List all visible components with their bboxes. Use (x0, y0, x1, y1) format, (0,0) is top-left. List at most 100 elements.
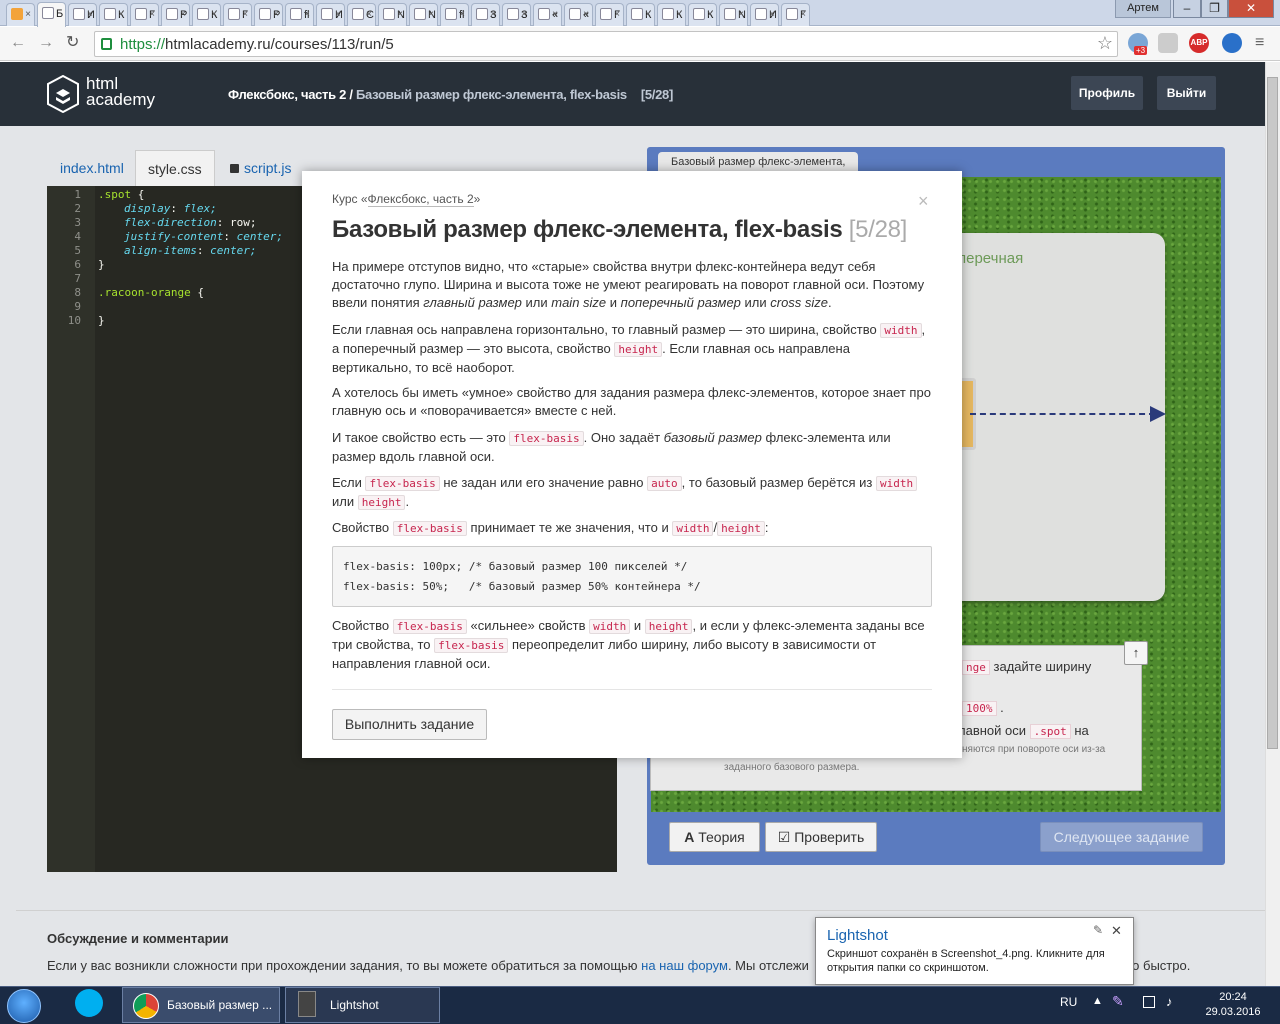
tab-close-icon[interactable]: × (304, 9, 310, 20)
shield-icon[interactable] (1158, 33, 1178, 53)
browser-tab[interactable]: И × (316, 3, 345, 26)
browser-user-badge[interactable]: Артем (1115, 0, 1171, 18)
tab-close-icon[interactable]: × (583, 9, 589, 20)
tab-close-icon[interactable]: × (397, 9, 403, 20)
logo-text[interactable]: html academy (86, 75, 155, 108)
tray-up-icon[interactable]: ▲ (1092, 995, 1103, 1007)
clock[interactable]: 20:24 29.03.2016 (1198, 990, 1268, 1020)
course-link[interactable]: Флексбокс, часть 2 (367, 192, 474, 207)
collapse-arrow-up-icon[interactable]: ↑ (1124, 641, 1148, 665)
page-icon (569, 8, 581, 20)
tab-close-icon[interactable]: × (118, 9, 124, 20)
tab-close-icon[interactable]: × (800, 9, 806, 20)
lightshot-tray-icon[interactable]: ✎ (1112, 993, 1124, 1010)
volume-icon[interactable]: ♪ (1166, 994, 1173, 1009)
browser-tab[interactable]: N × (409, 3, 438, 26)
checkbox-icon: ☑ (777, 829, 791, 845)
browser-tab[interactable]: З × (502, 3, 531, 26)
browser-tab[interactable]: Г × (223, 3, 252, 26)
forum-link[interactable]: на наш форум (641, 958, 728, 973)
extension-badge: +3 (1134, 46, 1148, 55)
browser-tab[interactable]: «× (533, 3, 562, 26)
browser-tab[interactable]: К × (192, 3, 221, 26)
tab-close-icon[interactable]: × (180, 9, 186, 20)
menu-icon[interactable]: ≡ (1255, 35, 1264, 51)
tab-close-icon[interactable]: × (552, 9, 558, 20)
tab-close-icon[interactable]: × (676, 9, 682, 20)
browser-tab[interactable]: N × (378, 3, 407, 26)
breadcrumb-course[interactable]: Флексбокс, часть 2 / (228, 87, 353, 102)
tab-close-icon[interactable]: × (614, 9, 620, 20)
tab-close-icon[interactable]: × (366, 9, 372, 20)
browser-tab[interactable]: К × (626, 3, 655, 26)
browser-tab[interactable]: Г × (130, 3, 159, 26)
page-icon (166, 8, 178, 20)
tab-script-js[interactable]: script.js (218, 150, 303, 186)
browser-tab[interactable]: Г × (595, 3, 624, 26)
browser-tab[interactable]: × (6, 3, 35, 26)
language-indicator[interactable]: RU (1060, 995, 1077, 1009)
profile-button[interactable]: Профиль (1071, 76, 1143, 110)
globe-icon[interactable] (1222, 33, 1242, 53)
next-task-button[interactable]: Следующее задание (1040, 822, 1203, 852)
adblock-icon[interactable]: ABP (1189, 33, 1209, 53)
theory-button[interactable]: A Теория (669, 822, 760, 852)
tab-style-css[interactable]: style.css (135, 150, 215, 186)
close-icon[interactable]: × (918, 191, 929, 212)
browser-tab[interactable]: К × (688, 3, 717, 26)
browser-tab[interactable]: З × (471, 3, 500, 26)
scrollbar-thumb[interactable] (1267, 77, 1278, 749)
close-window-button[interactable]: ✕ (1228, 0, 1274, 18)
code-text: } (98, 314, 105, 327)
tab-close-icon[interactable]: × (211, 9, 217, 20)
paragraph-4: И такое свойство есть — это flex-basis. … (332, 430, 891, 464)
reload-icon[interactable]: ↻ (66, 35, 79, 51)
bookmark-star-icon[interactable]: ☆ (1097, 33, 1113, 54)
maximize-button[interactable]: ❐ (1201, 0, 1228, 18)
page-icon (600, 8, 612, 20)
start-button-icon[interactable] (7, 989, 41, 1023)
tab-close-icon[interactable]: × (490, 9, 496, 20)
tab-close-icon[interactable]: × (645, 9, 651, 20)
tab-close-icon[interactable]: × (428, 9, 434, 20)
browser-tab[interactable]: Р × (161, 3, 190, 26)
lightshot-notification[interactable]: Lightshot Скриншот сохранён в Screenshot… (815, 917, 1134, 985)
browser-tab[interactable]: fl × (440, 3, 469, 26)
browser-tab[interactable]: Р × (254, 3, 283, 26)
tab-close-icon[interactable]: × (273, 9, 279, 20)
browser-tab[interactable]: И × (68, 3, 97, 26)
tab-close-icon[interactable]: × (521, 9, 527, 20)
run-task-button[interactable]: Выполнить задание (332, 709, 487, 740)
browser-tab[interactable]: К × (657, 3, 686, 26)
back-icon[interactable]: ← (10, 35, 26, 51)
browser-tab[interactable]: С × (347, 3, 376, 26)
address-bar[interactable]: https://htmlacademy.ru/courses/113/run/5… (94, 31, 1118, 57)
browser-tab[interactable]: К × (99, 3, 128, 26)
close-icon[interactable]: ✕ (1111, 923, 1122, 939)
tab-close-icon[interactable]: × (738, 9, 744, 20)
browser-tab[interactable]: Б (37, 2, 66, 27)
lightshot-message[interactable]: Скриншот сохранён в Screenshot_4.png. Кл… (827, 947, 1127, 975)
tab-close-icon[interactable]: × (459, 9, 465, 20)
browser-tab[interactable]: «× (564, 3, 593, 26)
check-button[interactable]: ☑ Проверить (765, 822, 877, 852)
tab-close-icon[interactable]: × (335, 9, 341, 20)
network-icon[interactable] (1143, 996, 1155, 1008)
browser-tab[interactable]: N × (719, 3, 748, 26)
tab-close-icon[interactable]: × (149, 9, 155, 20)
tab-close-icon[interactable]: × (707, 9, 713, 20)
tab-close-icon[interactable]: × (769, 9, 775, 20)
tab-close-icon[interactable]: × (25, 9, 31, 20)
html-academy-logo-icon[interactable] (47, 75, 79, 113)
browser-tab[interactable]: Г × (781, 3, 810, 26)
tab-close-icon[interactable]: × (87, 9, 93, 20)
skype-icon[interactable] (75, 989, 103, 1017)
tab-close-icon[interactable]: × (242, 9, 248, 20)
browser-tab[interactable]: И × (750, 3, 779, 26)
logout-button[interactable]: Выйти (1157, 76, 1216, 110)
pin-icon[interactable]: ✎ (1093, 923, 1103, 937)
tab-index-html[interactable]: index.html (48, 150, 136, 186)
minimize-button[interactable]: – (1173, 0, 1201, 18)
forward-icon[interactable]: → (38, 35, 54, 51)
browser-tab[interactable]: fl × (285, 3, 314, 26)
